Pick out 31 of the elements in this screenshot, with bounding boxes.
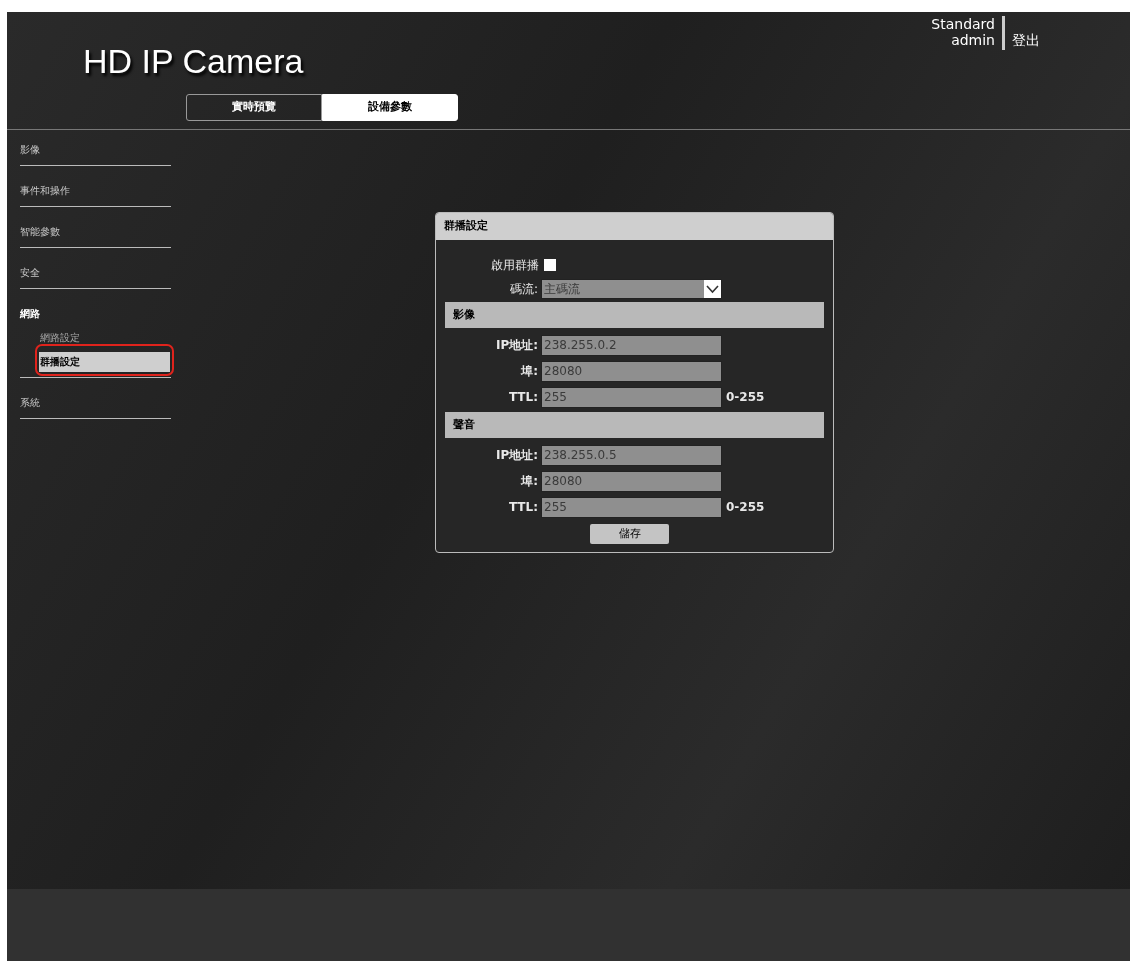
field-label: IP地址: xyxy=(494,447,539,464)
sidebar-item[interactable]: 網路 xyxy=(20,303,40,324)
field-label: 碼流: xyxy=(508,280,539,298)
user-name: admin xyxy=(951,32,995,48)
section-header: 聲音 xyxy=(445,412,824,438)
logout-link[interactable]: 登出 xyxy=(1012,30,1040,51)
checkbox-label: 啟用群播 xyxy=(491,256,540,274)
app-title: HD IP Camera xyxy=(83,41,304,82)
sidebar-subitem[interactable]: 網路設定 xyxy=(39,327,170,348)
chevron-down-icon xyxy=(704,279,721,298)
field-label: 埠: xyxy=(519,473,539,490)
field-label: 埠: xyxy=(519,363,539,380)
range-hint: 0-255 xyxy=(726,499,765,516)
range-hint: 0-255 xyxy=(726,389,765,406)
sidebar-item[interactable]: 安全 xyxy=(20,262,40,283)
save-button[interactable]: 儲存 xyxy=(590,524,669,544)
field-label: TTL: xyxy=(507,389,539,406)
sidebar-item[interactable]: 系統 xyxy=(20,392,40,413)
user-role: Standard xyxy=(931,16,995,32)
checkbox[interactable] xyxy=(544,258,556,271)
sidebar-item[interactable]: 智能參數 xyxy=(20,221,60,242)
nav-tab[interactable]: 設備參數 xyxy=(322,94,458,121)
sidebar-item[interactable]: 事件和操作 xyxy=(20,180,70,201)
sidebar-subitem[interactable]: 群播設定 xyxy=(39,351,170,372)
panel-title: 群播設定 xyxy=(436,213,833,240)
nav-tab[interactable]: 實時預覽 xyxy=(186,94,322,121)
field-label: IP地址: xyxy=(494,337,539,354)
select-value: 主碼流 xyxy=(543,280,580,298)
field-label: TTL: xyxy=(507,499,539,516)
sidebar-item[interactable]: 影像 xyxy=(20,139,40,160)
section-header: 影像 xyxy=(445,302,824,328)
